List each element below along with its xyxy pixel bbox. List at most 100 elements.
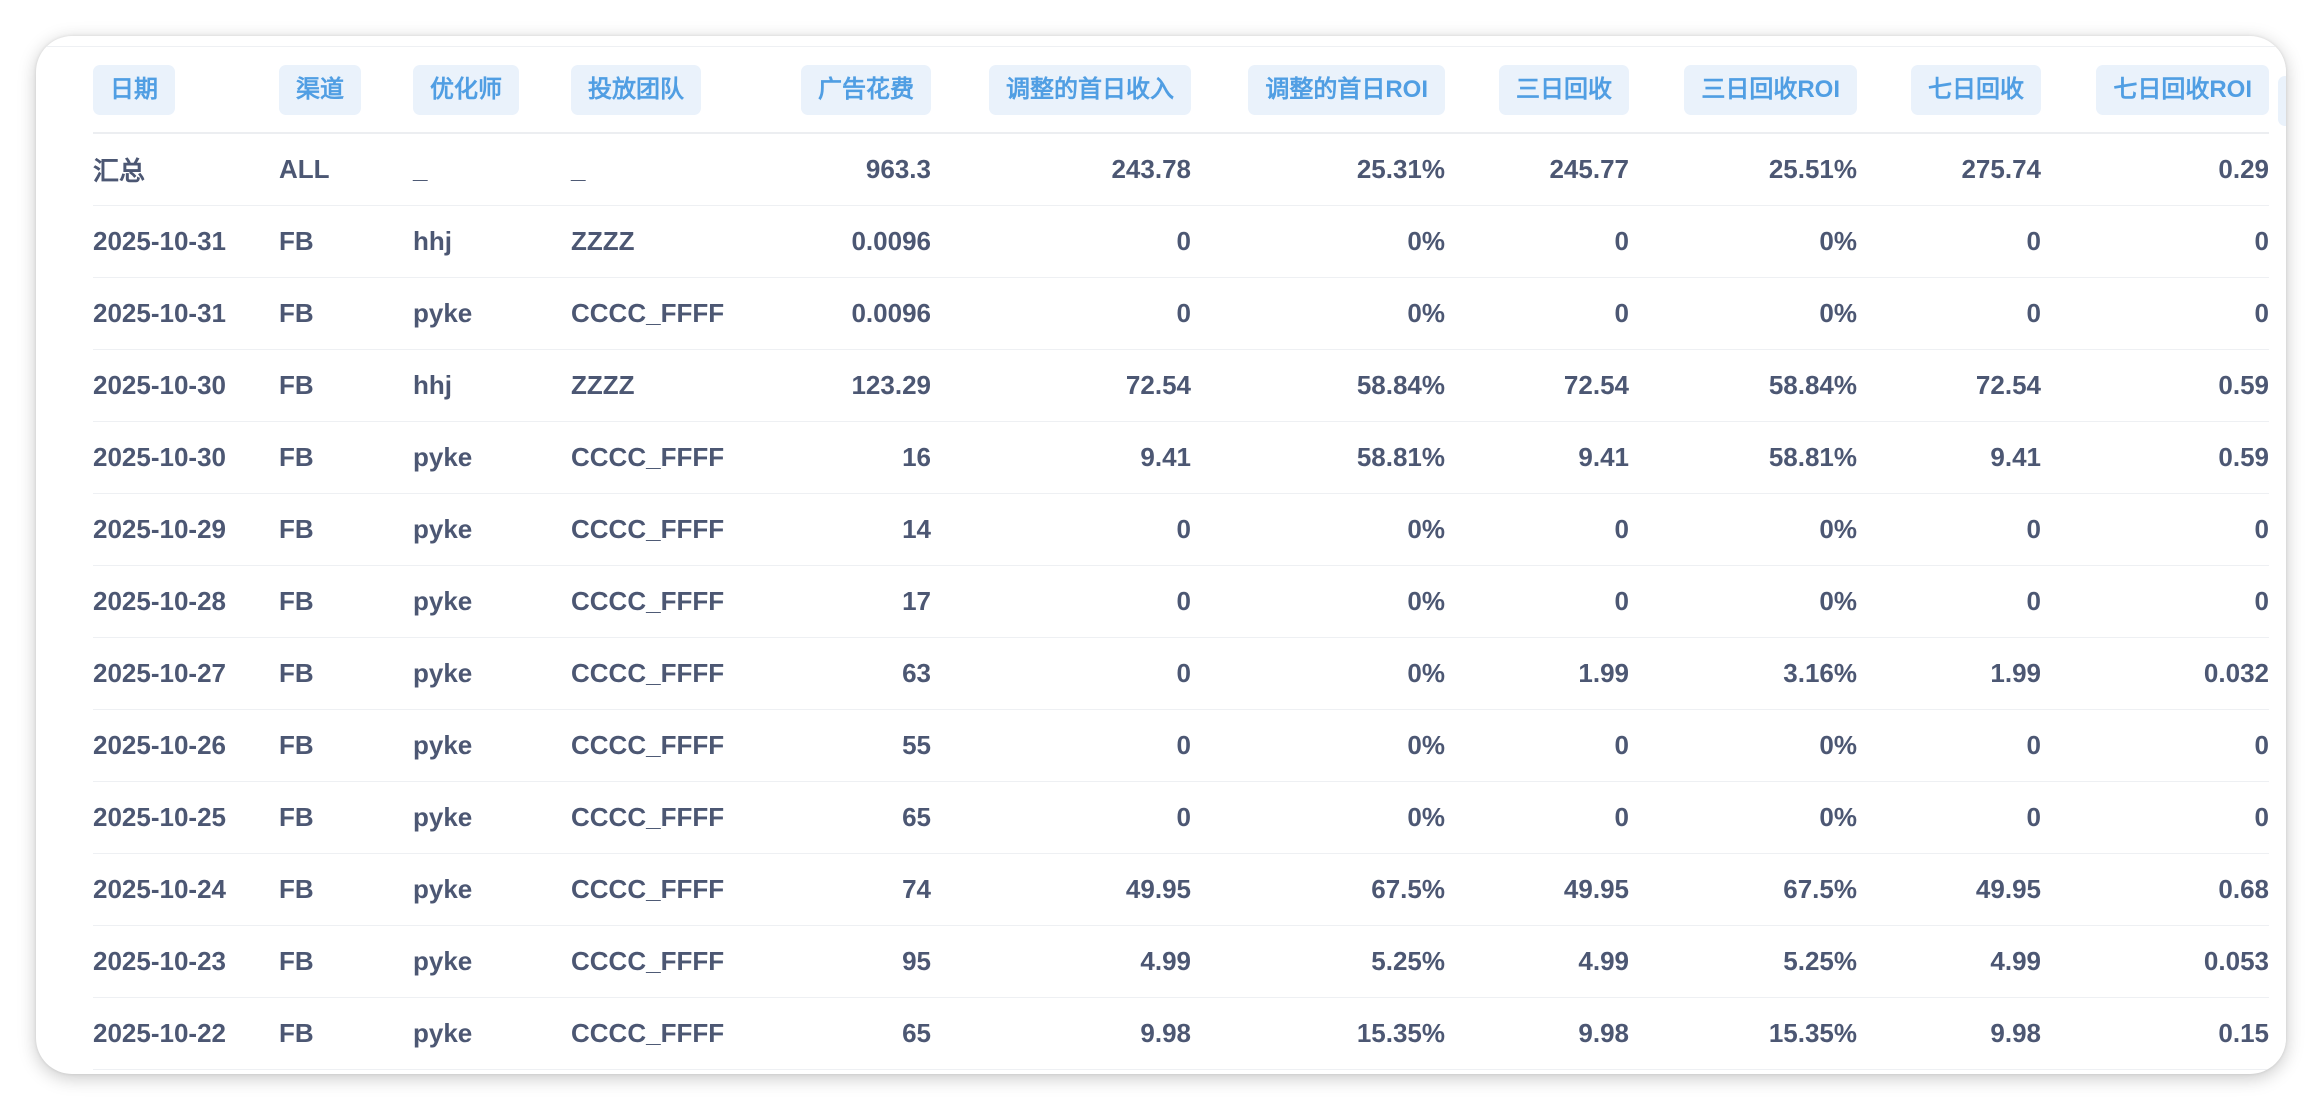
cell-team[interactable]: CCCC_FFFF [571, 493, 741, 566]
cell-ad_spend[interactable]: 65 [741, 997, 931, 1070]
cell-d7_roi[interactable]: 0 [2041, 205, 2269, 278]
cell-adj_d1_roi[interactable]: 58.81% [1191, 421, 1445, 494]
cell-adj_d1_roi[interactable]: 5.25% [1191, 925, 1445, 998]
column-header-label[interactable]: 七日回收 [1911, 65, 2041, 115]
cell-adj_d1_roi[interactable]: 58.84% [1191, 349, 1445, 422]
column-header-label[interactable]: 渠道 [279, 65, 361, 115]
cell-d3_return[interactable]: 0 [1445, 709, 1629, 782]
cell-adj_d1_roi[interactable]: 0% [1191, 709, 1445, 782]
column-header-label[interactable]: 三日回收ROI [1684, 65, 1857, 115]
cell-ad_spend[interactable]: 17 [741, 565, 931, 638]
table-scroll-area[interactable]: 日期 渠道 优化师 投放团队 广告花费 调整的首日收入 调整的首日ROI 三日回收 三日回收RO… [36, 36, 2286, 1074]
cell-d3_roi[interactable]: 58.81% [1629, 421, 1857, 494]
cell-adj_d1_roi[interactable]: 0% [1191, 781, 1445, 854]
cell-team[interactable]: CCCC_FFFF [571, 565, 741, 638]
column-header-label[interactable]: 优化师 [413, 65, 519, 115]
cell-channel[interactable]: FB [279, 781, 413, 854]
cell-optimizer[interactable]: pyke [413, 781, 571, 854]
cell-d7_return[interactable]: 9.98 [1857, 997, 2041, 1070]
cell-d3_roi[interactable]: 3.16% [1629, 637, 1857, 710]
cell-adj_d1_revenue[interactable]: 0 [931, 637, 1191, 710]
cell-adj_d1_roi[interactable]: 0% [1191, 637, 1445, 710]
cell-d3_roi[interactable]: 0% [1629, 781, 1857, 854]
cell-d7_roi[interactable]: 0 [2041, 277, 2269, 350]
cell-d3_return[interactable]: 49.95 [1445, 853, 1629, 926]
cell-team[interactable]: CCCC_FFFF [571, 709, 741, 782]
cell-d7_return[interactable]: 72.54 [1857, 349, 2041, 422]
cell-d3_roi[interactable]: 25.51% [1629, 133, 1857, 206]
cell-d7_return[interactable]: 0 [1857, 709, 2041, 782]
cell-optimizer[interactable]: pyke [413, 997, 571, 1070]
cell-d7_return[interactable]: 9.41 [1857, 421, 2041, 494]
cell-optimizer[interactable]: hhj [413, 205, 571, 278]
cell-d7_return[interactable]: 0 [1857, 781, 2041, 854]
cell-optimizer[interactable]: hhj [413, 349, 571, 422]
cell-date[interactable]: 2025-10-30 [93, 421, 279, 494]
cell-d3_return[interactable]: 9.41 [1445, 421, 1629, 494]
cell-d7_roi[interactable]: 0.15 [2041, 997, 2269, 1070]
cell-adj_d1_revenue[interactable]: 9.98 [931, 997, 1191, 1070]
cell-ad_spend[interactable]: 123.29 [741, 349, 931, 422]
cell-adj_d1_revenue[interactable]: 0 [931, 565, 1191, 638]
cell-d3_return[interactable]: 0 [1445, 277, 1629, 350]
cell-channel[interactable]: FB [279, 565, 413, 638]
cell-adj_d1_revenue[interactable]: 0 [931, 205, 1191, 278]
cell-channel[interactable]: FB [279, 349, 413, 422]
cell-date[interactable]: 2025-10-29 [93, 493, 279, 566]
cell-team[interactable]: CCCC_FFFF [571, 997, 741, 1070]
cell-optimizer[interactable]: pyke [413, 853, 571, 926]
cell-d3_return[interactable]: 4.99 [1445, 925, 1629, 998]
cell-adj_d1_roi[interactable]: 0% [1191, 565, 1445, 638]
cell-d7_roi[interactable]: 0 [2041, 709, 2269, 782]
column-header-d3_return[interactable]: 三日回收 [1445, 48, 1629, 134]
cell-d7_return[interactable]: 1.99 [1857, 637, 2041, 710]
cell-d3_roi[interactable]: 15.35% [1629, 997, 1857, 1070]
cell-adj_d1_revenue[interactable]: 4.99 [931, 925, 1191, 998]
column-header-adj_d1_roi[interactable]: 调整的首日ROI [1191, 48, 1445, 134]
column-header-optimizer[interactable]: 优化师 [413, 48, 571, 134]
cell-adj_d1_revenue[interactable]: 243.78 [931, 133, 1191, 206]
cell-d7_roi[interactable]: 0 [2041, 565, 2269, 638]
cell-team[interactable]: ZZZZ [571, 349, 741, 422]
cell-adj_d1_revenue[interactable]: 9.41 [931, 421, 1191, 494]
column-header-d3_roi[interactable]: 三日回收ROI [1629, 48, 1857, 134]
cell-optimizer[interactable]: _ [413, 133, 571, 206]
cell-d3_return[interactable]: 0 [1445, 205, 1629, 278]
cell-d7_roi[interactable]: 0.68 [2041, 853, 2269, 926]
cell-d3_roi[interactable]: 0% [1629, 565, 1857, 638]
cell-channel[interactable]: FB [279, 421, 413, 494]
column-header-d7_roi[interactable]: 七日回收ROI [2041, 48, 2269, 134]
cell-adj_d1_revenue[interactable]: 0 [931, 277, 1191, 350]
column-header-label[interactable]: 投放团队 [571, 65, 701, 115]
cell-d3_return[interactable]: 0 [1445, 781, 1629, 854]
cell-d3_return[interactable]: 72.54 [1445, 349, 1629, 422]
cell-team[interactable]: CCCC_FFFF [571, 637, 741, 710]
cell-adj_d1_revenue[interactable]: 0 [931, 781, 1191, 854]
column-header-team[interactable]: 投放团队 [571, 48, 741, 134]
column-header-label[interactable]: 三日回收 [1499, 65, 1629, 115]
cell-date[interactable]: 2025-10-26 [93, 709, 279, 782]
cell-adj_d1_roi[interactable]: 25.31% [1191, 133, 1445, 206]
cell-d3_roi[interactable]: 0% [1629, 493, 1857, 566]
cell-date[interactable]: 汇总 [93, 133, 279, 206]
cell-optimizer[interactable]: pyke [413, 637, 571, 710]
cell-team[interactable]: CCCC_FFFF [571, 925, 741, 998]
cell-d7_return[interactable]: 49.95 [1857, 853, 2041, 926]
cell-ad_spend[interactable]: 963.3 [741, 133, 931, 206]
column-header-label[interactable]: 七日回收ROI [2096, 65, 2269, 115]
cell-d7_roi[interactable]: 0.59 [2041, 349, 2269, 422]
cell-adj_d1_revenue[interactable]: 0 [931, 493, 1191, 566]
cell-adj_d1_revenue[interactable]: 72.54 [931, 349, 1191, 422]
cell-adj_d1_roi[interactable]: 0% [1191, 205, 1445, 278]
column-header-adj_d1_revenue[interactable]: 调整的首日收入 [931, 48, 1191, 134]
cell-channel[interactable]: FB [279, 997, 413, 1070]
cell-team[interactable]: CCCC_FFFF [571, 781, 741, 854]
cell-ad_spend[interactable]: 55 [741, 709, 931, 782]
cell-ad_spend[interactable]: 16 [741, 421, 931, 494]
cell-d3_return[interactable]: 245.77 [1445, 133, 1629, 206]
cell-d3_return[interactable]: 0 [1445, 493, 1629, 566]
column-header-channel[interactable]: 渠道 [279, 48, 413, 134]
cell-adj_d1_revenue[interactable]: 0 [931, 709, 1191, 782]
cell-d7_return[interactable]: 0 [1857, 565, 2041, 638]
cell-channel[interactable]: FB [279, 277, 413, 350]
